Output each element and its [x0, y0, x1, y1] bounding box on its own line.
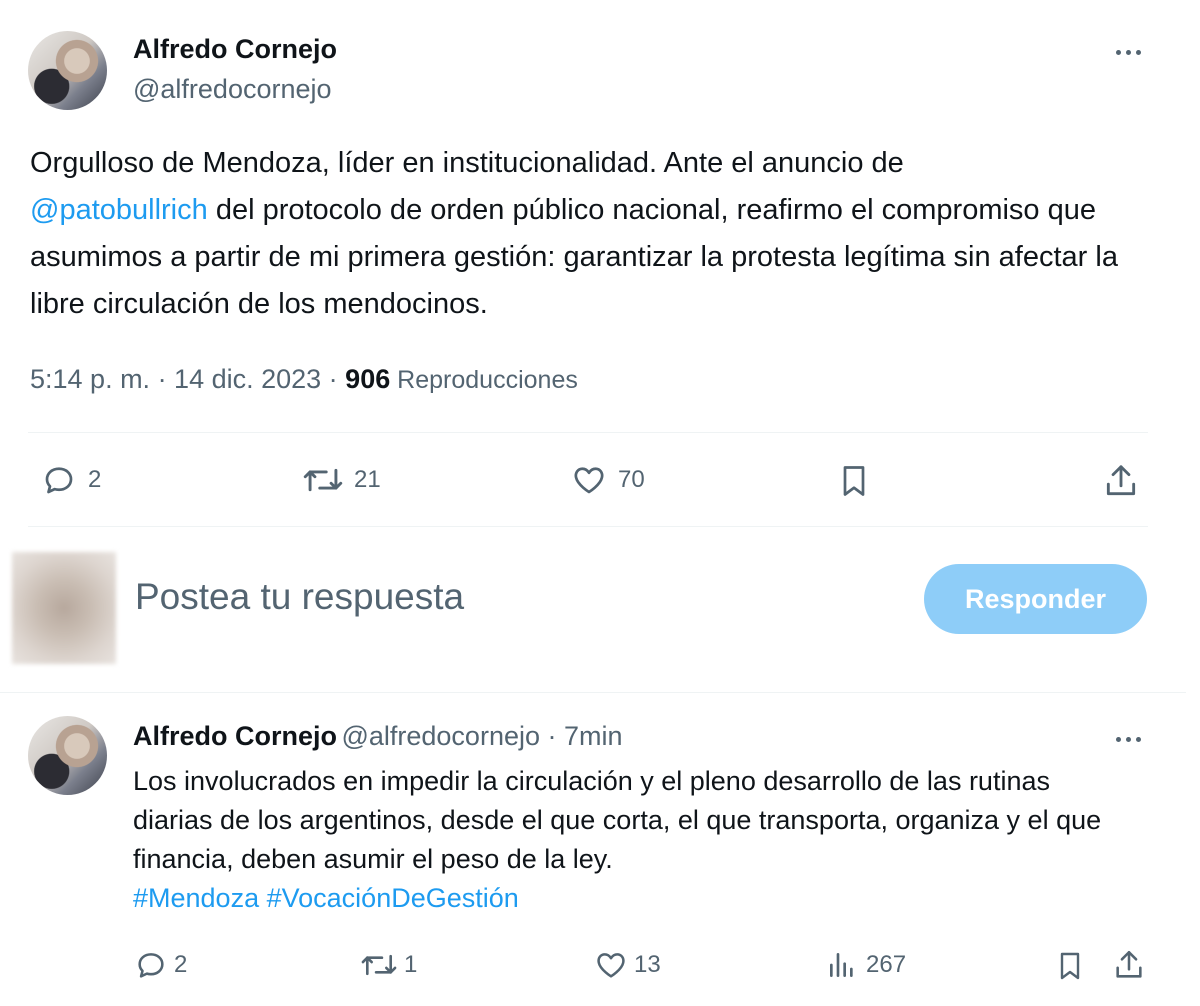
share-icon [1116, 950, 1142, 978]
share-icon [1106, 465, 1136, 496]
divider [28, 526, 1148, 527]
reply-author-handle[interactable]: @alfredocornejo [341, 721, 540, 751]
tweet-timestamp[interactable]: 5:14 p. m. · 14 dic. 2023 · [30, 364, 345, 394]
reply-author-avatar[interactable] [28, 716, 107, 795]
reply-icon [45, 467, 73, 494]
divider [0, 692, 1186, 693]
responder-button[interactable]: Responder [924, 564, 1147, 634]
retweet-icon [303, 468, 343, 492]
reply-more-icon[interactable] [1116, 735, 1146, 743]
reply-views-count: 267 [866, 951, 907, 978]
bookmark-icon [1060, 952, 1080, 980]
reply-views-button[interactable]: 267 [826, 948, 906, 982]
tweet-text: Orgulloso de Mendoza, líder en instituci… [30, 140, 1150, 328]
reply-bookmark-button[interactable] [1054, 948, 1086, 984]
retweet-icon [361, 954, 397, 976]
author-handle[interactable]: @alfredocornejo [133, 74, 332, 105]
tweet-meta: 5:14 p. m. · 14 dic. 2023 · 906 Reproduc… [30, 364, 578, 395]
reply-text: Los involucrados en impedir la circulaci… [133, 762, 1133, 918]
heart-icon [574, 467, 604, 494]
like-count: 70 [618, 466, 645, 493]
like-button[interactable]: 70 [570, 462, 645, 498]
reply-share-button[interactable] [1112, 947, 1146, 983]
share-button[interactable] [1102, 462, 1140, 500]
bookmark-icon [843, 466, 865, 496]
reply-time[interactable]: · 7min [540, 721, 623, 751]
reply-button[interactable]: 2 [40, 462, 101, 498]
hashtag-vocaciondegestion[interactable]: #VocaciónDeGestión [267, 883, 519, 913]
reply-input[interactable]: Postea tu respuesta [135, 576, 464, 618]
reply-reply-count: 2 [174, 951, 188, 978]
reply-retweet-button[interactable]: 1 [360, 948, 417, 982]
reply-like-count: 13 [634, 951, 661, 978]
reply-like-button[interactable]: 13 [594, 948, 661, 982]
retweet-count: 21 [354, 466, 381, 493]
mention-link[interactable]: @patobullrich [30, 194, 208, 226]
hashtag-mendoza[interactable]: #Mendoza [133, 883, 259, 913]
reply-icon [138, 953, 164, 978]
reply-reply-button[interactable]: 2 [134, 948, 187, 982]
reply-text-body: Los involucrados en impedir la circulaci… [133, 766, 1102, 874]
divider [28, 432, 1148, 433]
author-name[interactable]: Alfredo Cornejo [133, 34, 337, 65]
reply-header: Alfredo Cornejo @alfredocornejo · 7min [133, 721, 623, 752]
heart-icon [597, 953, 625, 978]
reply-count: 2 [88, 466, 102, 493]
bookmark-button[interactable] [836, 462, 872, 500]
views-icon [830, 953, 853, 977]
retweet-button[interactable]: 21 [302, 462, 381, 498]
author-avatar[interactable] [28, 31, 107, 110]
views-label: Reproducciones [390, 366, 578, 394]
more-icon[interactable] [1116, 48, 1146, 56]
current-user-avatar [12, 552, 116, 664]
tweet-text-before: Orgulloso de Mendoza, líder en instituci… [30, 147, 904, 179]
reply-author-name[interactable]: Alfredo Cornejo [133, 721, 337, 751]
reply-retweet-count: 1 [404, 951, 418, 978]
views-count: 906 [345, 364, 391, 394]
